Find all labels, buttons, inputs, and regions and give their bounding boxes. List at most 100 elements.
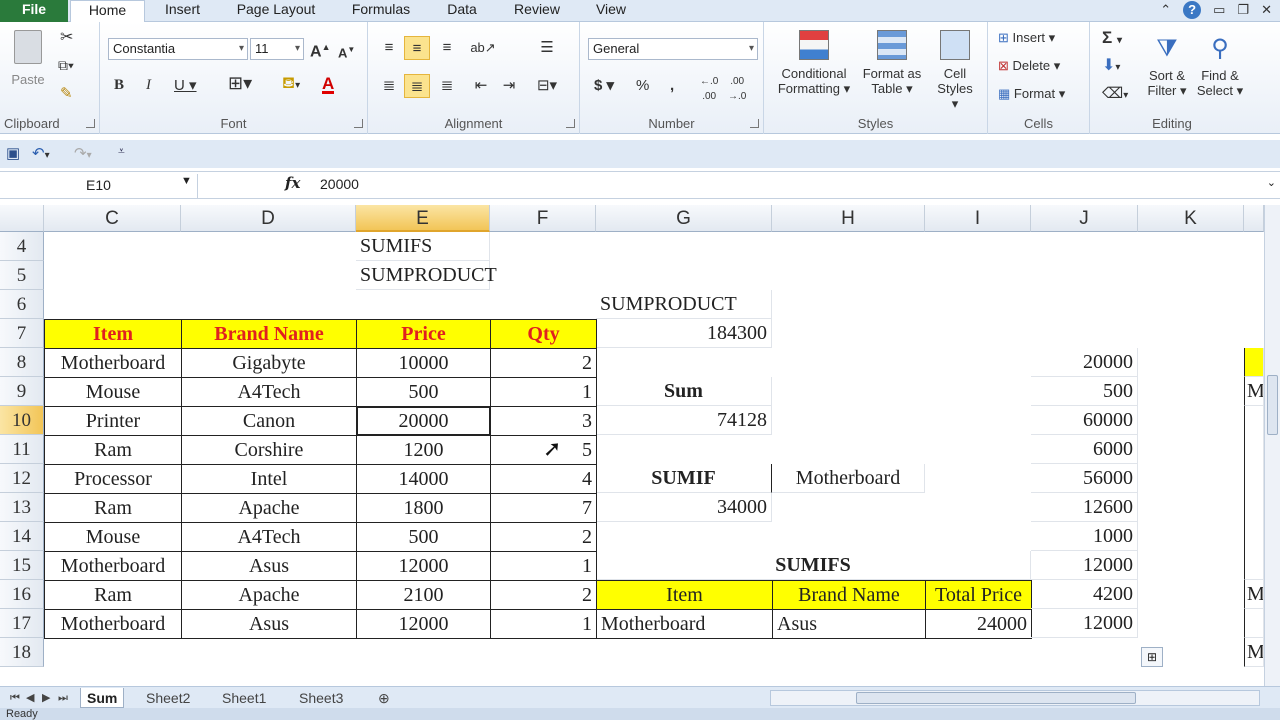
name-box-dropdown-icon[interactable]: ▼: [181, 175, 192, 187]
row-header-10[interactable]: 10: [0, 406, 44, 435]
table-cell[interactable]: Ram: [44, 493, 182, 523]
cell-j10[interactable]: 60000: [1031, 406, 1138, 435]
decrease-decimal-icon[interactable]: .00 →.0: [728, 74, 746, 104]
shrink-font-icon[interactable]: A▼: [338, 42, 355, 60]
cell-g12[interactable]: SUMIF: [596, 464, 772, 493]
table-cell[interactable]: 12000: [356, 551, 491, 581]
table-cell[interactable]: A4Tech: [181, 377, 357, 407]
sheet-nav-last-icon[interactable]: ⏭: [52, 688, 74, 708]
col-header-g[interactable]: G: [596, 205, 772, 232]
cell-j15[interactable]: 12000: [1031, 551, 1138, 580]
table-cell[interactable]: Ram: [44, 435, 182, 465]
cell-l8-partial[interactable]: [1244, 348, 1264, 377]
sheet-tab-sheet2[interactable]: Sheet2: [140, 688, 196, 708]
horizontal-scrollbar[interactable]: [770, 690, 1260, 706]
orientation-icon[interactable]: ab↗: [470, 36, 496, 60]
table-cell[interactable]: Apache: [181, 580, 357, 610]
cell-e5[interactable]: SUMPRODUCT: [356, 261, 497, 290]
sumifs-total-value[interactable]: 24000: [925, 609, 1032, 639]
table-header-price[interactable]: Price: [356, 319, 491, 349]
table-header-qty[interactable]: Qty: [490, 319, 597, 349]
sumifs-header-total[interactable]: Total Price: [925, 580, 1032, 610]
close-icon[interactable]: ✕: [1261, 2, 1272, 18]
cell-g7[interactable]: 184300: [596, 319, 772, 348]
cell-l16-partial[interactable]: M: [1244, 580, 1264, 609]
table-cell[interactable]: 1: [490, 609, 597, 639]
merge-center-icon[interactable]: ⊟▾: [534, 74, 560, 98]
table-cell[interactable]: Mouse: [44, 377, 182, 407]
format-cells-button[interactable]: ▦ Format ▾: [998, 86, 1065, 101]
decrease-indent-icon[interactable]: ⇤: [468, 74, 494, 98]
col-header-i[interactable]: I: [925, 205, 1031, 232]
col-header-d[interactable]: D: [181, 205, 356, 232]
cell-styles-button[interactable]: Cell Styles ▾: [926, 30, 984, 111]
clipboard-launcher-icon[interactable]: [86, 119, 95, 128]
clear-icon[interactable]: ⌫▾: [1102, 86, 1128, 103]
format-as-table-button[interactable]: Format as Table ▾: [860, 30, 924, 96]
name-box[interactable]: E10: [0, 174, 198, 198]
table-cell[interactable]: 2: [490, 522, 597, 552]
cell-g13[interactable]: 34000: [596, 493, 772, 522]
format-painter-icon[interactable]: ✎: [60, 86, 73, 101]
row-header-14[interactable]: 14: [0, 522, 44, 551]
row-header-17[interactable]: 17: [0, 609, 44, 638]
table-cell[interactable]: Apache: [181, 493, 357, 523]
tab-formulas[interactable]: Formulas: [348, 0, 414, 22]
italic-button[interactable]: I: [146, 78, 151, 93]
table-cell[interactable]: 2: [490, 348, 597, 378]
cell-j14[interactable]: 1000: [1031, 522, 1138, 551]
conditional-formatting-button[interactable]: Conditional Formatting ▾: [768, 30, 860, 96]
tab-page-layout[interactable]: Page Layout: [232, 0, 320, 22]
col-header-l-partial[interactable]: [1244, 205, 1264, 232]
align-bottom-icon[interactable]: ≡: [434, 36, 460, 60]
table-cell[interactable]: Asus: [181, 551, 357, 581]
number-format-select[interactable]: General: [588, 38, 758, 60]
save-icon[interactable]: ▣: [6, 144, 20, 162]
restore-icon[interactable]: ❐: [1237, 2, 1249, 18]
row-header-12[interactable]: 12: [0, 464, 44, 493]
number-launcher-icon[interactable]: [750, 119, 759, 128]
row-header-5[interactable]: 5: [0, 261, 44, 290]
select-all-corner[interactable]: [0, 205, 44, 232]
cut-icon[interactable]: ✂: [60, 30, 73, 46]
paste-options-icon[interactable]: ⊞: [1141, 647, 1163, 667]
underline-button[interactable]: U ▾: [174, 78, 197, 93]
table-cell[interactable]: Corshire: [181, 435, 357, 465]
row-header-8[interactable]: 8: [0, 348, 44, 377]
font-size-select[interactable]: 11: [250, 38, 304, 60]
cell-j11[interactable]: 6000: [1031, 435, 1138, 464]
col-header-e[interactable]: E: [356, 205, 490, 232]
col-header-c[interactable]: C: [44, 205, 181, 232]
table-cell[interactable]: 2100: [356, 580, 491, 610]
paste-button[interactable]: Paste: [8, 30, 48, 102]
tab-insert[interactable]: Insert: [160, 0, 205, 22]
tab-review[interactable]: Review: [510, 0, 564, 22]
horizontal-scroll-thumb[interactable]: [856, 692, 1136, 704]
row-header-13[interactable]: 13: [0, 493, 44, 522]
table-cell[interactable]: 12000: [356, 609, 491, 639]
cell-j16[interactable]: 4200: [1031, 580, 1138, 609]
cell-j17[interactable]: 12000: [1031, 609, 1138, 638]
table-cell[interactable]: 14000: [356, 464, 491, 494]
vertical-scrollbar[interactable]: [1264, 205, 1280, 686]
cell-g6[interactable]: SUMPRODUCT: [596, 290, 772, 319]
table-cell[interactable]: 10000: [356, 348, 491, 378]
cell-j13[interactable]: 12600: [1031, 493, 1138, 522]
font-family-select[interactable]: Constantia: [108, 38, 248, 60]
cell-j12[interactable]: 56000: [1031, 464, 1138, 493]
table-cell[interactable]: 2: [490, 580, 597, 610]
row-header-15[interactable]: 15: [0, 551, 44, 580]
align-right-icon[interactable]: ≣: [434, 74, 460, 98]
fill-color-icon[interactable]: ⛾▾: [282, 76, 300, 93]
cell-l18-partial[interactable]: M: [1244, 638, 1264, 667]
table-cell[interactable]: 7: [490, 493, 597, 523]
cell-g15-merged[interactable]: SUMIFS: [596, 551, 1031, 580]
table-cell[interactable]: A4Tech: [181, 522, 357, 552]
percent-icon[interactable]: %: [636, 78, 649, 93]
cell-j8[interactable]: 20000: [1031, 348, 1138, 377]
grow-font-icon[interactable]: A▲: [310, 40, 330, 60]
currency-icon[interactable]: $ ▾: [594, 78, 614, 93]
table-header-brand[interactable]: Brand Name: [181, 319, 357, 349]
sheet-tab-sheet3[interactable]: Sheet3: [293, 688, 349, 708]
table-cell[interactable]: 500: [356, 377, 491, 407]
